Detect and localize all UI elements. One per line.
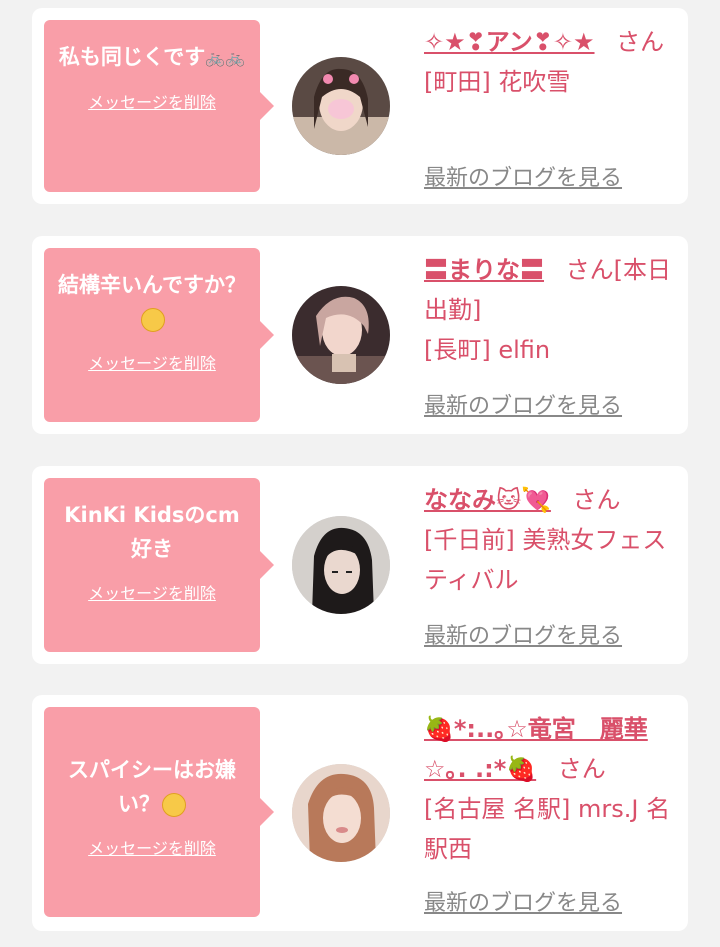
message-bubble: 私も同じくです🚲🚲 メッセージを削除	[44, 20, 274, 192]
message-card: 結構辛いんですか？ メッセージを削除 〓まりな〓 さん[本日出勤] [長町] e…	[32, 236, 688, 434]
message-text: スパイシーはお嫌い？	[68, 758, 236, 817]
bicycle-emoji: 🚲🚲	[205, 48, 246, 67]
sender-name[interactable]: ✧★❣アン❣✧★	[424, 28, 595, 56]
area-shop: [名古屋 名駅] mrs.J 名駅西	[424, 795, 671, 863]
message-text: 結構辛いんですか？	[54, 268, 250, 336]
delete-message-link[interactable]: メッセージを削除	[88, 89, 216, 113]
honorific: さん	[557, 755, 606, 783]
honorific: さん	[616, 28, 665, 56]
sender-name[interactable]: 🍓*:..｡☆竜宮 麗華☆｡. .:*🍓	[424, 715, 648, 783]
message-list: 私も同じくです🚲🚲 メッセージを削除 ✧★❣アン❣✧★ さん [町田] 花吹雪 …	[0, 0, 720, 947]
message-bubble: スパイシーはお嫌い？ メッセージを削除	[44, 707, 274, 917]
message-text: 私も同じくです🚲🚲	[54, 40, 250, 75]
sender-name[interactable]: 〓まりな〓	[424, 256, 544, 284]
sender-info: ✧★❣アン❣✧★ さん [町田] 花吹雪	[424, 22, 678, 102]
area-shop: [町田] 花吹雪	[424, 68, 571, 96]
delete-message-link[interactable]: メッセージを削除	[88, 350, 216, 374]
avatar[interactable]	[292, 57, 390, 155]
avatar[interactable]	[292, 286, 390, 384]
blog-link[interactable]: 最新のブログを見る	[424, 160, 622, 192]
message-bubble: KinKi Kidsのcm好き メッセージを削除	[44, 478, 274, 652]
avatar-image	[292, 57, 390, 155]
sender-info: ななみ🐱💘 さん [千日前] 美熟女フェスティバル	[424, 480, 678, 600]
delete-message-link[interactable]: メッセージを削除	[88, 835, 216, 859]
blog-link[interactable]: 最新のブログを見る	[424, 388, 622, 420]
avatar-image	[292, 286, 390, 384]
avatar[interactable]	[292, 516, 390, 614]
avatar[interactable]	[292, 764, 390, 862]
message-card: 私も同じくです🚲🚲 メッセージを削除 ✧★❣アン❣✧★ さん [町田] 花吹雪 …	[32, 8, 688, 204]
area-shop: [長町] elfin	[424, 336, 551, 364]
teary-face-emoji	[141, 308, 165, 332]
message-text: KinKi Kidsのcm好き	[64, 503, 240, 561]
sender-info: 〓まりな〓 さん[本日出勤] [長町] elfin	[424, 250, 678, 370]
blog-link[interactable]: 最新のブログを見る	[424, 618, 622, 650]
message-bubble: 結構辛いんですか？ メッセージを削除	[44, 248, 274, 422]
blog-link[interactable]: 最新のブログを見る	[424, 885, 622, 917]
smiling-face-emoji	[162, 793, 186, 817]
sender-name[interactable]: ななみ🐱💘	[424, 486, 551, 514]
area-shop: [千日前] 美熟女フェスティバル	[424, 526, 667, 594]
message-card: スパイシーはお嫌い？ メッセージを削除 🍓*:..｡☆竜宮 麗華☆｡. .:*🍓…	[32, 695, 688, 931]
sender-info: 🍓*:..｡☆竜宮 麗華☆｡. .:*🍓 さん [名古屋 名駅] mrs.J 名…	[424, 709, 678, 869]
avatar-image	[292, 516, 390, 614]
avatar-image	[292, 764, 390, 862]
message-card: KinKi Kidsのcm好き メッセージを削除 ななみ🐱💘 さん [千日前] …	[32, 466, 688, 664]
honorific: さん	[572, 486, 621, 514]
delete-message-link[interactable]: メッセージを削除	[88, 580, 216, 604]
